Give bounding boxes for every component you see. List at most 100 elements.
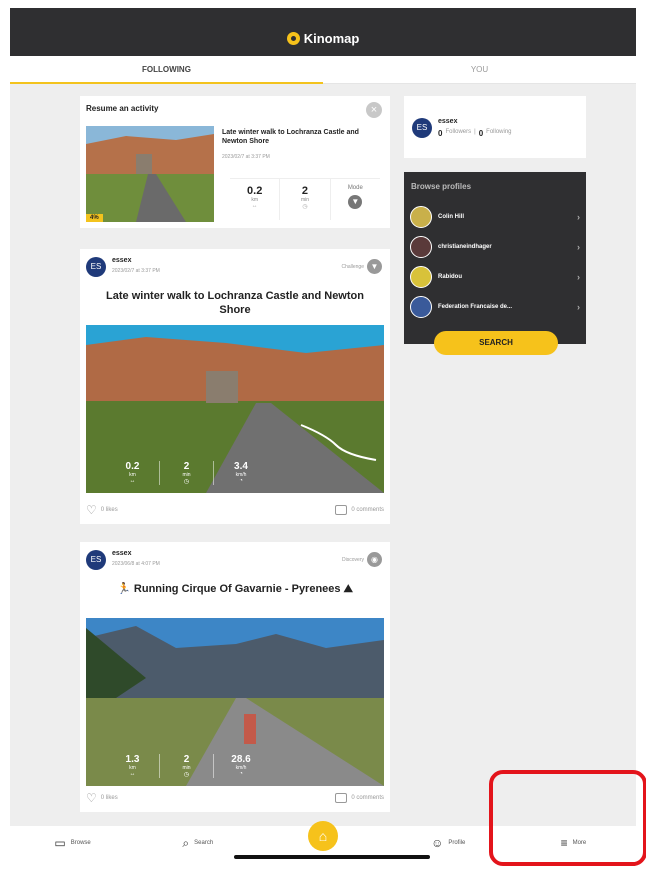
progress-badge: 4% bbox=[86, 214, 103, 222]
comment-icon bbox=[335, 505, 348, 515]
discovery-icon: ◉ bbox=[367, 552, 382, 567]
comment-button[interactable]: 0 comments bbox=[335, 793, 384, 803]
home-icon: ⌂ bbox=[308, 821, 338, 851]
post-date: 2023/02/7 at 3:37 PM bbox=[112, 268, 160, 274]
resume-thumbnail[interactable]: 4% bbox=[86, 126, 214, 222]
nav-label: Profile bbox=[448, 840, 466, 846]
distance-value: 0.2 bbox=[247, 185, 263, 197]
speed-stat: 3.4 km/h ◔ bbox=[214, 461, 268, 485]
like-button[interactable]: ♡ 0 likes bbox=[86, 503, 118, 517]
profile-icon: ☺ bbox=[431, 836, 444, 850]
arrows-icon: ↔ bbox=[129, 771, 136, 777]
following-count: 0 bbox=[478, 129, 484, 138]
clock-icon: ◷ bbox=[183, 772, 190, 778]
profile-row-name: Colin Hill bbox=[438, 214, 464, 220]
avatar bbox=[410, 296, 432, 318]
distance-value: 1.3 bbox=[125, 754, 140, 765]
post-footer: ♡ 0 likes 0 comments bbox=[86, 502, 384, 518]
distance-value: 0.2 bbox=[125, 461, 140, 472]
avatar[interactable]: ES bbox=[412, 118, 432, 138]
follow-counts: 0 Followers | 0 Following bbox=[438, 129, 512, 138]
avatar[interactable]: ES bbox=[86, 257, 106, 277]
post-type: Challenge ▼ bbox=[341, 259, 382, 274]
avatar[interactable]: ES bbox=[86, 550, 106, 570]
profile-row[interactable]: Colin Hill › bbox=[410, 204, 580, 230]
time-value: 2 bbox=[183, 461, 190, 472]
speed-value: 3.4 bbox=[234, 461, 248, 472]
post-type-label: Discovery bbox=[342, 556, 364, 563]
nav-browse[interactable]: ▭ Browse bbox=[10, 826, 135, 860]
status-bar bbox=[10, 8, 636, 20]
resume-title: Resume an activity bbox=[86, 104, 159, 113]
feed-area: Resume an activity × 4% Late winter walk… bbox=[10, 84, 636, 826]
avatar bbox=[410, 206, 432, 228]
browse-title: Browse profiles bbox=[411, 182, 472, 191]
like-button[interactable]: ♡ 0 likes bbox=[86, 791, 118, 805]
post-title-text: Running Cirque Of Gavarnie - Pyrenees bbox=[133, 583, 341, 595]
post-stats: 0.2 km ↔ 2 min ◷ 3.4 km/h ◔ bbox=[106, 461, 268, 485]
profile-row[interactable]: Federation Francaise de... › bbox=[410, 294, 580, 320]
heart-icon: ♡ bbox=[86, 791, 97, 805]
home-indicator bbox=[234, 855, 430, 859]
runner-icon: 🏃 bbox=[117, 583, 134, 595]
profile-row-name: Rabidou bbox=[438, 274, 462, 280]
speed-stat: 28.6 km/h ◔ bbox=[214, 754, 268, 778]
kinomap-logo: Kinomap bbox=[286, 30, 360, 46]
feed-post[interactable]: ES essex 2023/02/7 at 3:37 PM Challenge … bbox=[80, 249, 390, 524]
profile-row[interactable]: Rabidou › bbox=[410, 264, 580, 290]
post-date: 2023/06/8 at 4:07 PM bbox=[112, 561, 160, 567]
tab-you[interactable]: YOU bbox=[323, 56, 636, 83]
close-icon[interactable]: × bbox=[366, 102, 382, 118]
avatar bbox=[410, 266, 432, 288]
chevron-right-icon: › bbox=[577, 242, 580, 252]
comment-icon bbox=[335, 793, 348, 803]
post-username[interactable]: essex bbox=[112, 550, 131, 557]
post-image[interactable]: 0.2 km ↔ 2 min ◷ 3.4 km/h ◔ bbox=[86, 325, 384, 493]
likes-count: 0 likes bbox=[100, 795, 118, 801]
profile-row[interactable]: christianeindhager › bbox=[410, 234, 580, 260]
post-type: Discovery ◉ bbox=[342, 552, 382, 567]
profile-name[interactable]: essex bbox=[438, 118, 457, 125]
resume-activity-card[interactable]: Resume an activity × 4% Late winter walk… bbox=[80, 96, 390, 228]
search-profiles-button[interactable]: SEARCH bbox=[434, 331, 558, 355]
chevron-right-icon: › bbox=[577, 212, 580, 222]
post-image[interactable]: 1.3 km ↔ 2 min ◷ 28.6 km/h ◔ bbox=[86, 618, 384, 786]
chevron-right-icon: › bbox=[577, 302, 580, 312]
post-title[interactable]: 🏃 Running Cirque Of Gavarnie - Pyrenees … bbox=[100, 582, 370, 596]
challenge-icon: ▼ bbox=[367, 259, 382, 274]
avatar bbox=[410, 236, 432, 258]
profile-summary-card[interactable]: ES essex 0 Followers | 0 Following bbox=[404, 96, 586, 158]
post-stats: 1.3 km ↔ 2 min ◷ 28.6 km/h ◔ bbox=[106, 754, 268, 778]
app-header: Kinomap bbox=[10, 20, 636, 56]
followers-count: 0 bbox=[438, 129, 443, 138]
resume-activity-title: Late winter walk to Lochranza Castle and… bbox=[222, 129, 359, 145]
clock-icon: ◷ bbox=[302, 204, 308, 210]
following-label[interactable]: Following bbox=[486, 129, 511, 138]
speed-icon: ◔ bbox=[239, 771, 243, 777]
brand-name: Kinomap bbox=[303, 30, 360, 46]
feed-post[interactable]: ES essex 2023/06/8 at 4:07 PM Discovery … bbox=[80, 542, 390, 812]
post-footer: ♡ 0 likes 0 comments bbox=[86, 790, 384, 806]
tab-following[interactable]: FOLLOWING bbox=[10, 56, 323, 84]
time-stat: 2 min ◷ bbox=[160, 461, 214, 485]
likes-count: 0 likes bbox=[100, 507, 118, 513]
nav-label: Search bbox=[194, 840, 214, 846]
kinomap-icon bbox=[286, 31, 300, 45]
profile-row-name: christianeindhager bbox=[438, 244, 492, 250]
time-stat: 2 min ◷ bbox=[160, 754, 214, 778]
post-type-label: Challenge bbox=[341, 263, 364, 270]
divider: | bbox=[474, 129, 476, 135]
browse-profiles-panel: Browse profiles Colin Hill › christianei… bbox=[404, 172, 586, 344]
time-stat: 2 min ◷ bbox=[280, 179, 331, 220]
speed-icon: ◔ bbox=[239, 478, 243, 484]
post-username[interactable]: essex bbox=[112, 257, 131, 264]
highlight-box bbox=[489, 770, 646, 866]
comment-button[interactable]: 0 comments bbox=[335, 505, 384, 515]
browse-icon: ▭ bbox=[54, 836, 66, 850]
post-title[interactable]: Late winter walk to Lochranza Castle and… bbox=[100, 289, 370, 317]
comments-count: 0 comments bbox=[351, 795, 384, 801]
followers-label[interactable]: Followers bbox=[445, 129, 471, 138]
comments-count: 0 comments bbox=[351, 507, 384, 513]
heart-icon: ♡ bbox=[86, 503, 97, 517]
nav-label: Browse bbox=[70, 840, 91, 846]
